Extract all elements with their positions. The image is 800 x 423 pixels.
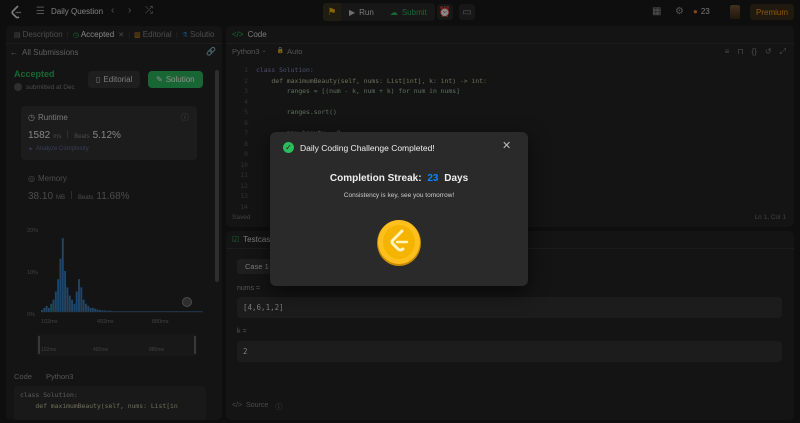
check-circle-icon: ✓ [283, 142, 294, 153]
modal-title: Daily Coding Challenge Completed! [300, 142, 435, 153]
close-icon[interactable]: ✕ [502, 139, 511, 152]
daily-challenge-modal: ✓ Daily Coding Challenge Completed! ✕ Co… [270, 132, 528, 286]
streak-line: Completion Streak: 23 Days [270, 173, 528, 184]
streak-number: 23 [427, 173, 439, 184]
modal-message: Consistency is key, see you tomorrow! [343, 192, 455, 199]
streak-suffix: Days [444, 173, 469, 184]
streak-prefix: Completion Streak: [329, 173, 422, 184]
coin-icon [376, 218, 422, 267]
